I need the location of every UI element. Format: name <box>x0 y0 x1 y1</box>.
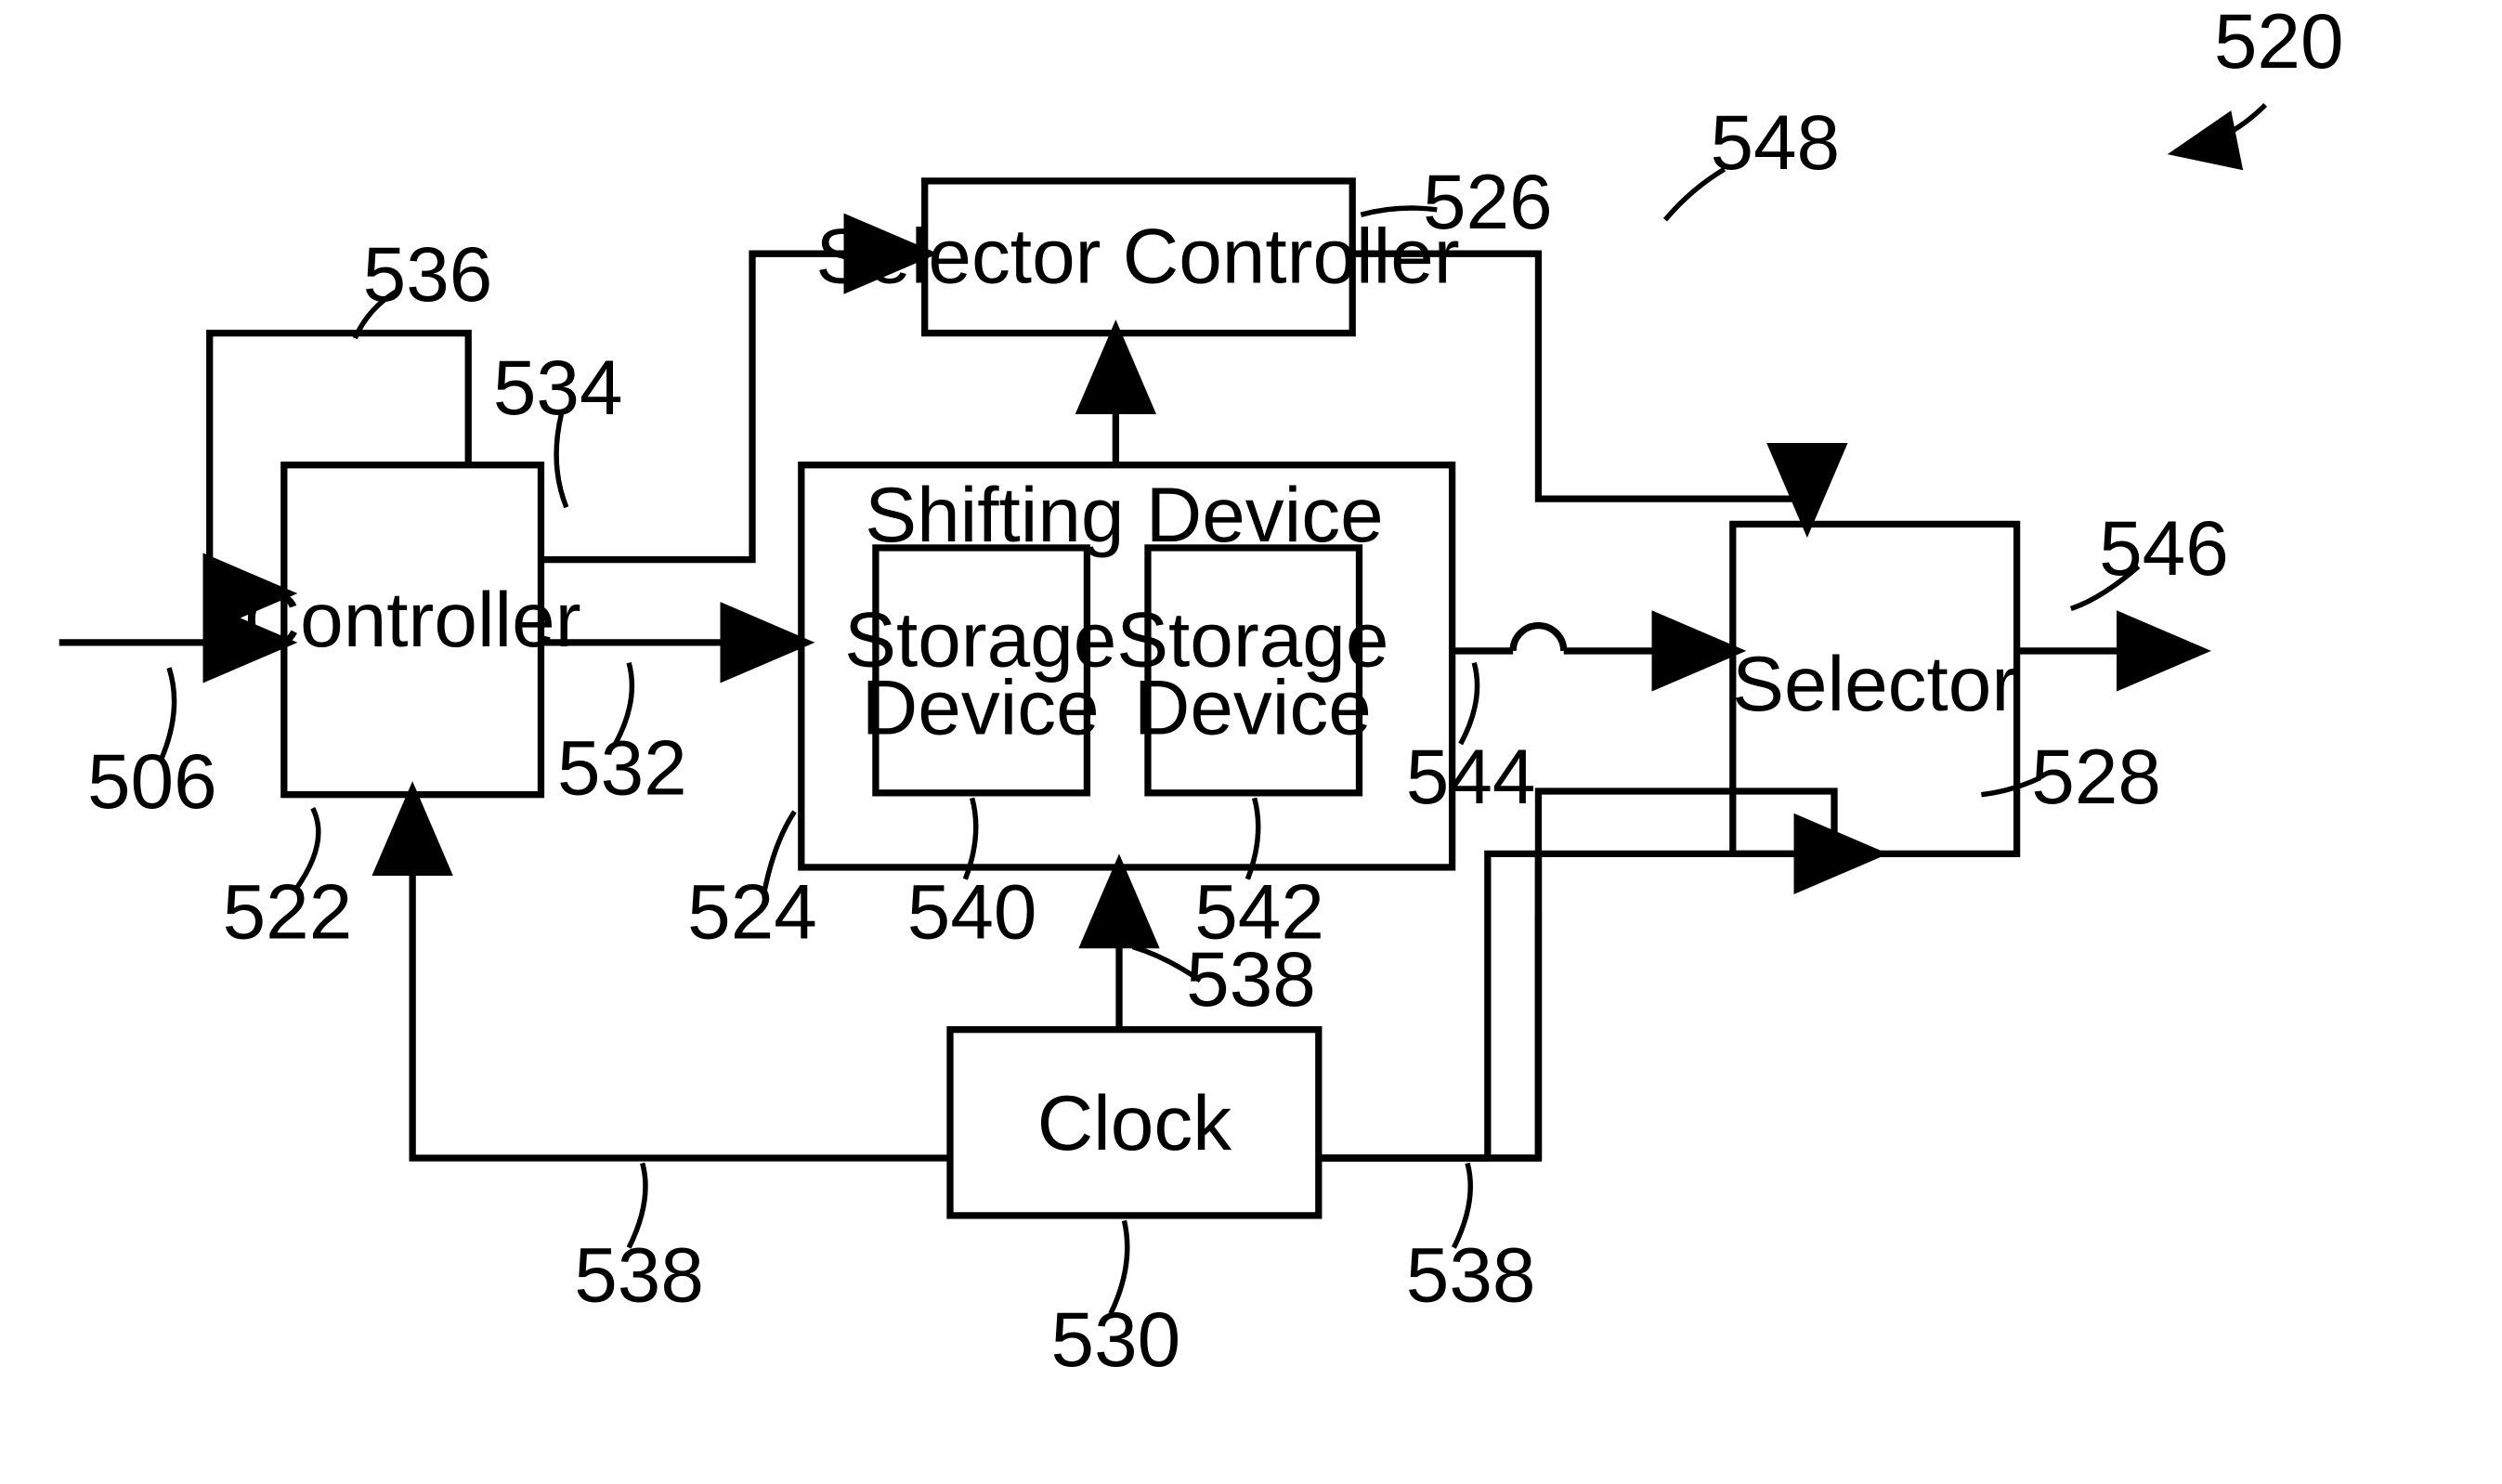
ref-536: 536 <box>363 230 493 318</box>
clock-label: Clock <box>1037 1079 1231 1166</box>
ref-522: 522 <box>223 867 353 955</box>
diagram-svg: Controller Selector Controller Shifting … <box>0 0 2502 1479</box>
ref-540: 540 <box>907 867 1037 955</box>
ref-546: 546 <box>2099 504 2229 592</box>
ref-520: 520 <box>2214 0 2344 85</box>
ref-528: 528 <box>2031 733 2161 820</box>
wire-544-hop <box>1513 626 1564 651</box>
ref-542: 542 <box>1194 867 1324 955</box>
ref-538-right: 538 <box>1406 1231 1536 1319</box>
ref-530: 530 <box>1051 1295 1181 1383</box>
ref-532: 532 <box>557 724 687 812</box>
wire-538-right-group <box>1319 853 1539 1158</box>
storage-device-a-label-2: Device <box>862 663 1100 750</box>
diagram-wrapper: Controller Selector Controller Shifting … <box>0 0 2502 1484</box>
ref-526: 526 <box>1423 158 1553 245</box>
selector-label: Selector <box>1732 640 2017 727</box>
wire-538-right-seg1 <box>1319 913 1539 1158</box>
lead-520 <box>2178 105 2266 152</box>
wire-538-right-v <box>1319 853 1539 1158</box>
storage-device-b-label-2: Device <box>1134 663 1372 750</box>
wire-538-right-main <box>1319 853 1875 1158</box>
ref-548: 548 <box>1710 98 1840 186</box>
controller-label: Controller <box>244 576 581 663</box>
ref-538-left: 538 <box>574 1231 704 1319</box>
ref-524: 524 <box>687 867 817 955</box>
ref-544: 544 <box>1406 733 1536 820</box>
ref-506: 506 <box>87 737 217 825</box>
ref-534: 534 <box>493 344 623 431</box>
